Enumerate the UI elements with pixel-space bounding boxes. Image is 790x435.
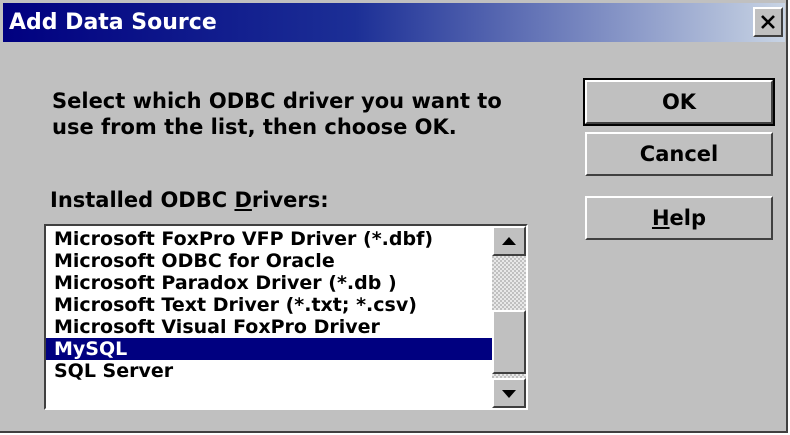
scroll-down-button[interactable]	[492, 378, 526, 408]
ok-button[interactable]: OK	[583, 78, 775, 126]
accelerator-key: D	[234, 188, 252, 212]
drivers-list: Microsoft FoxPro VFP Driver (*.dbf) Micro…	[46, 228, 492, 382]
driver-list-item[interactable]: Microsoft Text Driver (*.txt; *.csv)	[46, 294, 492, 316]
driver-list-item[interactable]: MySQL	[46, 338, 492, 360]
drivers-list-label: Installed ODBC Drivers:	[50, 188, 329, 212]
driver-list-item[interactable]: Microsoft Visual FoxPro Driver	[46, 316, 492, 338]
instructions-text: Select which ODBC driver you want to use…	[52, 89, 502, 139]
scrollbar-thumb[interactable]	[492, 310, 526, 374]
arrow-down-icon	[502, 389, 516, 398]
help-button[interactable]: Help	[585, 196, 773, 240]
close-button[interactable]	[753, 7, 783, 37]
driver-list-item[interactable]: Microsoft ODBC for Oracle	[46, 250, 492, 272]
title-bar[interactable]: Add Data Source	[3, 3, 785, 42]
cancel-button[interactable]: Cancel	[585, 132, 773, 176]
window-title: Add Data Source	[9, 10, 217, 35]
drivers-listbox[interactable]: Microsoft FoxPro VFP Driver (*.dbf) Micro…	[44, 224, 528, 410]
vertical-scrollbar[interactable]	[492, 226, 526, 408]
driver-list-item[interactable]: Microsoft Paradox Driver (*.db )	[46, 272, 492, 294]
driver-list-item[interactable]: Microsoft FoxPro VFP Driver (*.dbf)	[46, 228, 492, 250]
scroll-up-button[interactable]	[492, 226, 526, 256]
add-data-source-dialog: Add Data Source Select which ODBC driver…	[0, 0, 788, 433]
driver-list-item[interactable]: SQL Server	[46, 360, 492, 382]
arrow-up-icon	[502, 236, 516, 245]
close-icon	[761, 15, 775, 29]
